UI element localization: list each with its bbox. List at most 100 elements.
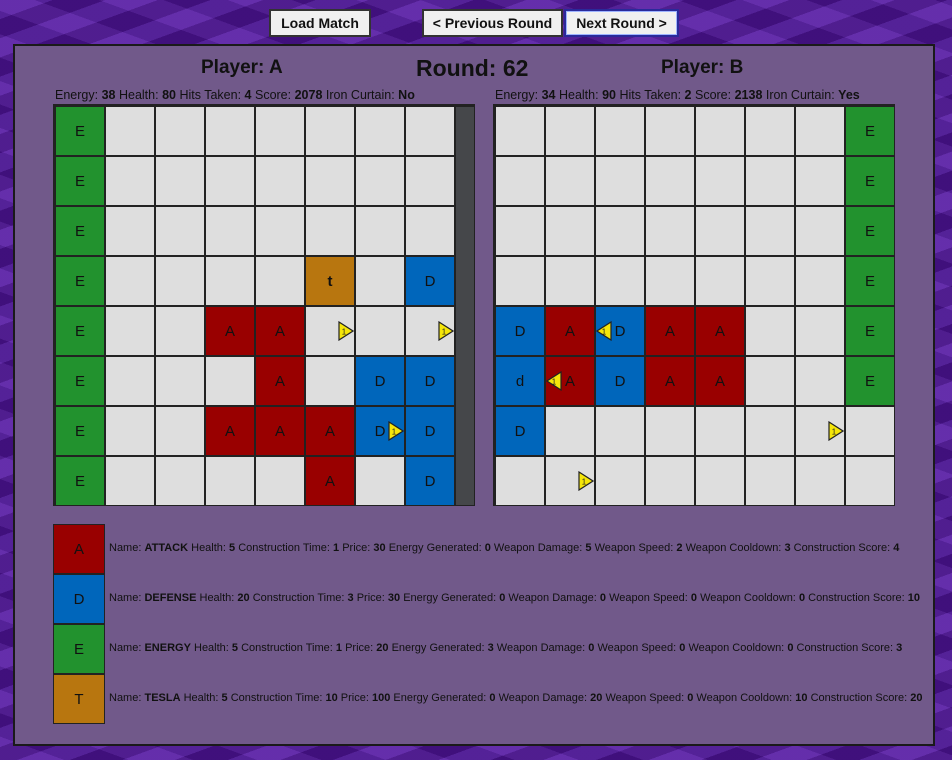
player-a-cell[interactable] [105, 106, 155, 156]
player-a-cell[interactable]: D [405, 256, 455, 306]
player-a-cell[interactable]: D1 [355, 406, 405, 456]
player-a-cell[interactable] [355, 156, 405, 206]
player-a-cell[interactable]: E [55, 106, 105, 156]
player-a-cell[interactable]: A [255, 406, 305, 456]
player-b-cell[interactable] [795, 356, 845, 406]
player-b-cell[interactable] [695, 456, 745, 506]
player-a-cell[interactable] [355, 206, 405, 256]
player-b-cell[interactable] [545, 156, 595, 206]
player-b-cell[interactable]: A1 [545, 356, 595, 406]
player-b-cell[interactable] [545, 256, 595, 306]
next-round-button[interactable]: Next Round > [564, 9, 679, 37]
player-b-cell[interactable] [795, 306, 845, 356]
player-b-cell[interactable]: E [845, 356, 895, 406]
player-b-cell[interactable]: E [845, 106, 895, 156]
player-a-cell[interactable] [105, 456, 155, 506]
player-b-cell[interactable] [495, 156, 545, 206]
player-b-cell[interactable] [495, 256, 545, 306]
player-a-cell[interactable]: t [305, 256, 355, 306]
player-b-cell[interactable]: D [595, 356, 645, 406]
player-b-cell[interactable] [745, 106, 795, 156]
player-a-cell[interactable] [155, 206, 205, 256]
player-b-cell[interactable]: E [845, 206, 895, 256]
player-b-cell[interactable]: A [695, 356, 745, 406]
player-a-cell[interactable] [155, 406, 205, 456]
player-a-cell[interactable] [155, 256, 205, 306]
player-b-cell[interactable] [595, 156, 645, 206]
player-b-cell[interactable]: 1 [795, 406, 845, 456]
player-a-cell[interactable]: A [305, 406, 355, 456]
player-a-cell[interactable]: A [255, 306, 305, 356]
player-b-cell[interactable]: A [645, 356, 695, 406]
player-a-cell[interactable] [205, 206, 255, 256]
player-b-cell[interactable]: D [495, 306, 545, 356]
player-b-cell[interactable] [745, 256, 795, 306]
player-a-cell[interactable] [105, 206, 155, 256]
player-b-cell[interactable] [545, 106, 595, 156]
player-a-cell[interactable]: A [255, 356, 305, 406]
player-a-cell[interactable] [155, 306, 205, 356]
player-b-cell[interactable] [645, 156, 695, 206]
player-a-cell[interactable] [205, 356, 255, 406]
player-b-cell[interactable] [695, 256, 745, 306]
player-b-cell[interactable] [845, 456, 895, 506]
player-a-cell[interactable] [155, 456, 205, 506]
player-b-cell[interactable] [595, 206, 645, 256]
player-a-cell[interactable]: E [55, 406, 105, 456]
player-b-cell[interactable] [745, 356, 795, 406]
player-a-cell[interactable] [355, 106, 405, 156]
player-b-cell[interactable]: d [495, 356, 545, 406]
player-b-cell[interactable] [645, 406, 695, 456]
player-a-cell[interactable] [305, 106, 355, 156]
player-b-cell[interactable] [695, 406, 745, 456]
player-b-cell[interactable] [545, 206, 595, 256]
player-a-cell[interactable]: 1 [305, 306, 355, 356]
player-a-cell[interactable] [105, 406, 155, 456]
player-a-cell[interactable]: E [55, 206, 105, 256]
player-a-cell[interactable] [355, 256, 405, 306]
player-a-cell[interactable] [205, 106, 255, 156]
player-b-cell[interactable] [495, 206, 545, 256]
player-a-cell[interactable] [255, 106, 305, 156]
player-a-cell[interactable] [355, 456, 405, 506]
player-b-cell[interactable] [545, 406, 595, 456]
player-a-cell[interactable]: E [55, 156, 105, 206]
player-b-cell[interactable] [695, 106, 745, 156]
player-b-cell[interactable]: E [845, 256, 895, 306]
player-a-cell[interactable] [405, 206, 455, 256]
player-a-cell[interactable] [305, 156, 355, 206]
player-b-cell[interactable] [695, 206, 745, 256]
player-b-cell[interactable] [795, 206, 845, 256]
player-b-cell[interactable] [645, 256, 695, 306]
player-b-cell[interactable]: E [845, 306, 895, 356]
player-a-cell[interactable]: E [55, 256, 105, 306]
player-b-cell[interactable] [795, 456, 845, 506]
player-a-cell[interactable] [255, 156, 305, 206]
player-b-cell[interactable] [745, 456, 795, 506]
player-a-cell[interactable] [105, 156, 155, 206]
player-a-cell[interactable]: 1 [405, 306, 455, 356]
player-b-cell[interactable] [495, 456, 545, 506]
player-b-cell[interactable] [595, 256, 645, 306]
player-a-cell[interactable] [105, 306, 155, 356]
player-b-cell[interactable] [645, 206, 695, 256]
load-match-button[interactable]: Load Match [269, 9, 371, 37]
player-b-cell[interactable] [745, 156, 795, 206]
player-a-cell[interactable]: E [55, 306, 105, 356]
player-b-cell[interactable] [595, 406, 645, 456]
player-a-cell[interactable]: D [355, 356, 405, 406]
player-a-cell[interactable] [405, 156, 455, 206]
player-b-cell[interactable]: D1 [595, 306, 645, 356]
player-a-cell[interactable] [305, 206, 355, 256]
player-b-cell[interactable] [645, 456, 695, 506]
player-a-cell[interactable] [155, 156, 205, 206]
player-a-cell[interactable] [305, 356, 355, 406]
player-a-cell[interactable] [355, 306, 405, 356]
player-a-cell[interactable] [405, 106, 455, 156]
player-b-cell[interactable] [595, 456, 645, 506]
player-a-cell[interactable]: A [205, 306, 255, 356]
player-a-cell[interactable]: D [405, 456, 455, 506]
player-a-cell[interactable] [255, 256, 305, 306]
player-a-cell[interactable] [155, 106, 205, 156]
player-a-cell[interactable] [205, 256, 255, 306]
